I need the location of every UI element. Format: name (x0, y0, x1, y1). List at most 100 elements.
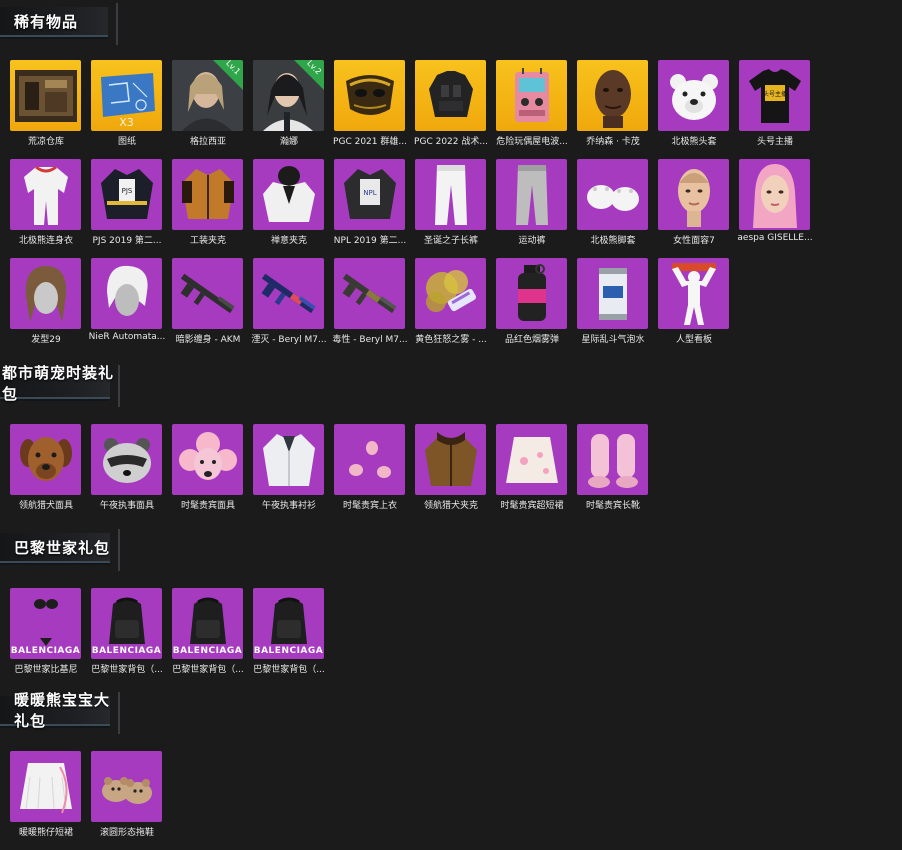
item-card[interactable]: 暖暖熊仔短裙 (10, 751, 91, 838)
item-card[interactable]: 头号主播 头号主播 (739, 60, 820, 147)
item-tile[interactable] (496, 424, 567, 495)
item-card[interactable]: 北极熊连身衣 (10, 159, 91, 246)
item-card[interactable]: 时髦贵宾超短裙 (496, 424, 577, 511)
item-tile[interactable] (415, 60, 486, 131)
poodle-mask-icon (178, 431, 237, 480)
item-tile[interactable]: X3 (91, 60, 162, 131)
item-tile[interactable]: NPL (334, 159, 405, 230)
item-tile[interactable]: BALENCIAGA (253, 588, 324, 659)
item-card[interactable]: 时髦贵宾上衣 (334, 424, 415, 511)
item-card[interactable]: 北极熊头套 (658, 60, 739, 147)
pants-icon (434, 164, 467, 225)
item-tile[interactable] (10, 258, 81, 329)
item-tile[interactable] (91, 424, 162, 495)
item-card[interactable]: PGC 2021 群雄... (333, 60, 415, 147)
item-card[interactable]: 湮灭 - Beryl M7... (251, 258, 334, 345)
item-label: 滚圆形态拖鞋 (99, 828, 154, 838)
item-tile[interactable] (172, 258, 243, 329)
item-card[interactable]: 时髦贵宾面具 (172, 424, 253, 511)
item-card[interactable]: 星际乱斗气泡水 (577, 258, 658, 345)
item-tile[interactable] (10, 60, 81, 131)
item-tile[interactable] (91, 258, 162, 329)
item-tile[interactable] (415, 258, 486, 329)
item-card[interactable]: 午夜执事衬衫 (253, 424, 334, 511)
item-tile[interactable]: BALENCIAGA (91, 588, 162, 659)
item-card[interactable]: 领航猎犬面具 (10, 424, 91, 511)
item-tile[interactable] (91, 751, 162, 822)
item-tile[interactable] (253, 159, 324, 230)
item-card[interactable]: PGC 2022 战术... (414, 60, 496, 147)
item-tile[interactable] (415, 159, 486, 230)
item-card[interactable]: NieR Automata... (89, 258, 172, 342)
item-card[interactable]: PJS PJS 2019 第二... (91, 159, 172, 246)
item-tile[interactable]: Lv.1 (172, 60, 243, 131)
item-label: 品红色烟雾弹 (504, 335, 559, 345)
item-label: 领航猎犬面具 (18, 501, 73, 511)
item-card[interactable]: 品红色烟雾弹 (496, 258, 577, 345)
mask-icon (345, 74, 394, 115)
item-tile[interactable] (496, 258, 567, 329)
item-tile[interactable] (10, 159, 81, 230)
item-tile[interactable] (253, 424, 324, 495)
item-tile[interactable]: PJS (91, 159, 162, 230)
item-card[interactable]: 领航猎犬夹克 (415, 424, 496, 511)
jacket-print-text: PJS (121, 187, 132, 195)
item-tile[interactable] (658, 60, 729, 131)
item-card[interactable]: X3 图纸 (91, 60, 172, 147)
item-card[interactable]: 发型29 (10, 258, 91, 345)
item-card[interactable]: 滚圆形态拖鞋 (91, 751, 172, 838)
item-card[interactable]: 午夜执事面具 (91, 424, 172, 511)
item-card[interactable]: BALENCIAGA 巴黎世家背包（... (91, 588, 172, 675)
rifle-icon (342, 273, 397, 313)
item-tile[interactable]: 头号主播 (739, 60, 810, 131)
item-card[interactable]: BALENCIAGA 巴黎世家背包（... (253, 588, 334, 675)
item-card[interactable]: BALENCIAGA 巴黎世家背包（... (172, 588, 253, 675)
item-card[interactable]: 乔纳森 · 卡茂 (577, 60, 658, 147)
tshirt-icon: 头号主播 (748, 68, 801, 123)
item-tile[interactable] (658, 258, 729, 329)
item-label: 巴黎世家背包（... (91, 665, 163, 675)
item-tile[interactable] (334, 424, 405, 495)
item-tile[interactable] (577, 424, 648, 495)
item-card[interactable]: NPL NPL 2019 第二... (334, 159, 415, 246)
item-label: 时髦贵宾面具 (180, 501, 235, 511)
item-tile[interactable] (10, 751, 81, 822)
item-tile[interactable] (334, 258, 405, 329)
item-tile[interactable] (577, 258, 648, 329)
item-card[interactable]: 女性面容7 (658, 159, 739, 246)
item-card[interactable]: 北极熊脚套 (577, 159, 658, 246)
item-tile[interactable] (496, 60, 567, 131)
item-tile[interactable] (172, 159, 243, 230)
item-tile[interactable] (253, 258, 324, 329)
item-card[interactable]: Lv.1 格拉西亚 (172, 60, 253, 147)
item-card[interactable]: 时髦贵宾长靴 (577, 424, 658, 511)
item-card[interactable]: 工装夹克 (172, 159, 253, 246)
item-tile[interactable] (172, 424, 243, 495)
item-tile[interactable]: BALENCIAGA (10, 588, 81, 659)
item-tile[interactable] (577, 60, 648, 131)
item-card[interactable]: 禅意夹克 (253, 159, 334, 246)
item-tile[interactable] (739, 159, 810, 230)
shirt-icon (262, 433, 315, 486)
item-tile[interactable]: Lv.2 (253, 60, 324, 131)
item-tile[interactable] (415, 424, 486, 495)
item-card[interactable]: BALENCIAGA 巴黎世家比基尼 (10, 588, 91, 675)
item-card[interactable]: 暗影缠身 - AKM (172, 258, 253, 345)
item-card[interactable]: 运动裤 (496, 159, 577, 246)
item-card[interactable]: 人型看板 (658, 258, 739, 345)
item-card[interactable]: aespa GISELLE... (737, 159, 820, 243)
item-card[interactable]: 荒凉仓库 (10, 60, 91, 147)
item-tile[interactable] (577, 159, 648, 230)
item-card[interactable]: 圣诞之子长裤 (415, 159, 496, 246)
item-card[interactable]: 危险玩偶屋电波... (496, 60, 577, 147)
item-tile[interactable] (658, 159, 729, 230)
item-card[interactable]: 毒性 - Beryl M7... (332, 258, 415, 345)
brand-label: BALENCIAGA (10, 646, 81, 656)
item-card[interactable]: 黄色狂怒之雾 - ... (415, 258, 496, 345)
item-tile[interactable] (496, 159, 567, 230)
item-tile[interactable]: BALENCIAGA (172, 588, 243, 659)
item-label: 北极熊连身衣 (18, 236, 73, 246)
item-tile[interactable] (10, 424, 81, 495)
item-card[interactable]: Lv.2 瀚娜 (253, 60, 334, 147)
item-tile[interactable] (334, 60, 405, 131)
